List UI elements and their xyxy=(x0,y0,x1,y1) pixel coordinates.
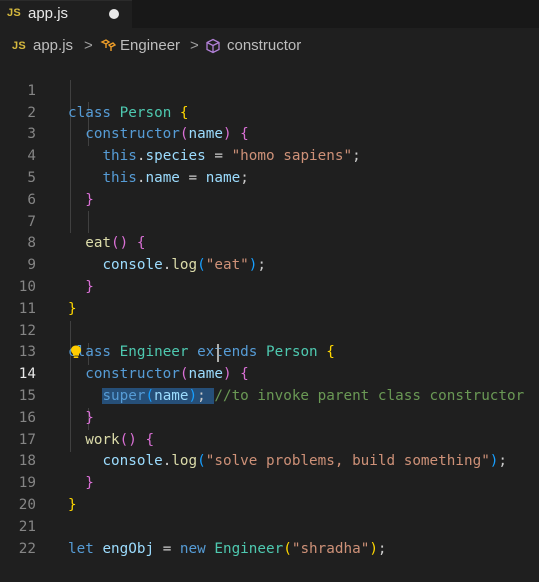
code-line: 7 eat() { xyxy=(0,190,539,252)
code-text: let engObj = new Engineer("shradha"); xyxy=(68,540,387,557)
tab-bar: JS app.js xyxy=(0,0,539,29)
code-line: 2 constructor(name) { xyxy=(0,81,539,143)
code-line: 8 console.log("eat"); xyxy=(0,212,539,273)
code-line: 13 constructor(name) { xyxy=(0,321,539,382)
code-line: 21 let engObj = new Engineer("shradha"); xyxy=(0,495,539,557)
code-line: 17 console.log("solve problems, build so… xyxy=(0,408,539,470)
unsaved-dot-icon[interactable] xyxy=(109,9,119,19)
breadcrumb-class[interactable]: Engineer xyxy=(120,37,180,54)
tab-app-js[interactable]: JS app.js xyxy=(0,0,132,29)
line-number: 22 xyxy=(18,540,36,557)
code-line: 3 this.species = "homo sapiens"; xyxy=(0,103,539,164)
code-line: 18 } xyxy=(0,430,539,491)
code-line: 22 xyxy=(0,517,539,557)
breadcrumb-file[interactable]: app.js xyxy=(33,37,73,54)
code-line: 6 xyxy=(0,168,539,208)
method-cube-icon xyxy=(205,38,221,58)
code-line: 15 } xyxy=(0,364,539,426)
code-line: 20 xyxy=(0,473,539,513)
code-line: 19 } xyxy=(0,451,539,513)
code-line: 4 this.name = name; xyxy=(0,124,539,186)
code-line: 5 } xyxy=(0,146,539,208)
js-file-icon: JS xyxy=(7,7,21,19)
code-line: 12 class Engineer extends Person { xyxy=(0,299,539,361)
code-line: 1 class Person { xyxy=(0,59,539,121)
chevron-right-icon: > xyxy=(84,37,93,54)
js-file-icon: JS xyxy=(12,40,26,52)
code-line: 9 } xyxy=(0,233,539,295)
tab-title: app.js xyxy=(28,5,69,22)
breadcrumb: JS app.js > Engineer > constructor xyxy=(0,34,539,60)
breadcrumb-method[interactable]: constructor xyxy=(227,37,301,54)
text-cursor xyxy=(217,344,219,362)
code-line: 16 work() { xyxy=(0,386,539,448)
code-line: 10 } xyxy=(0,255,539,317)
chevron-right-icon: > xyxy=(190,37,199,54)
lightbulb-icon[interactable] xyxy=(70,345,82,359)
code-line: 11 xyxy=(0,277,539,317)
code-editor[interactable]: 1 class Person { 2 constructor(name) { 3… xyxy=(0,59,539,557)
class-symbol-icon xyxy=(100,39,117,57)
